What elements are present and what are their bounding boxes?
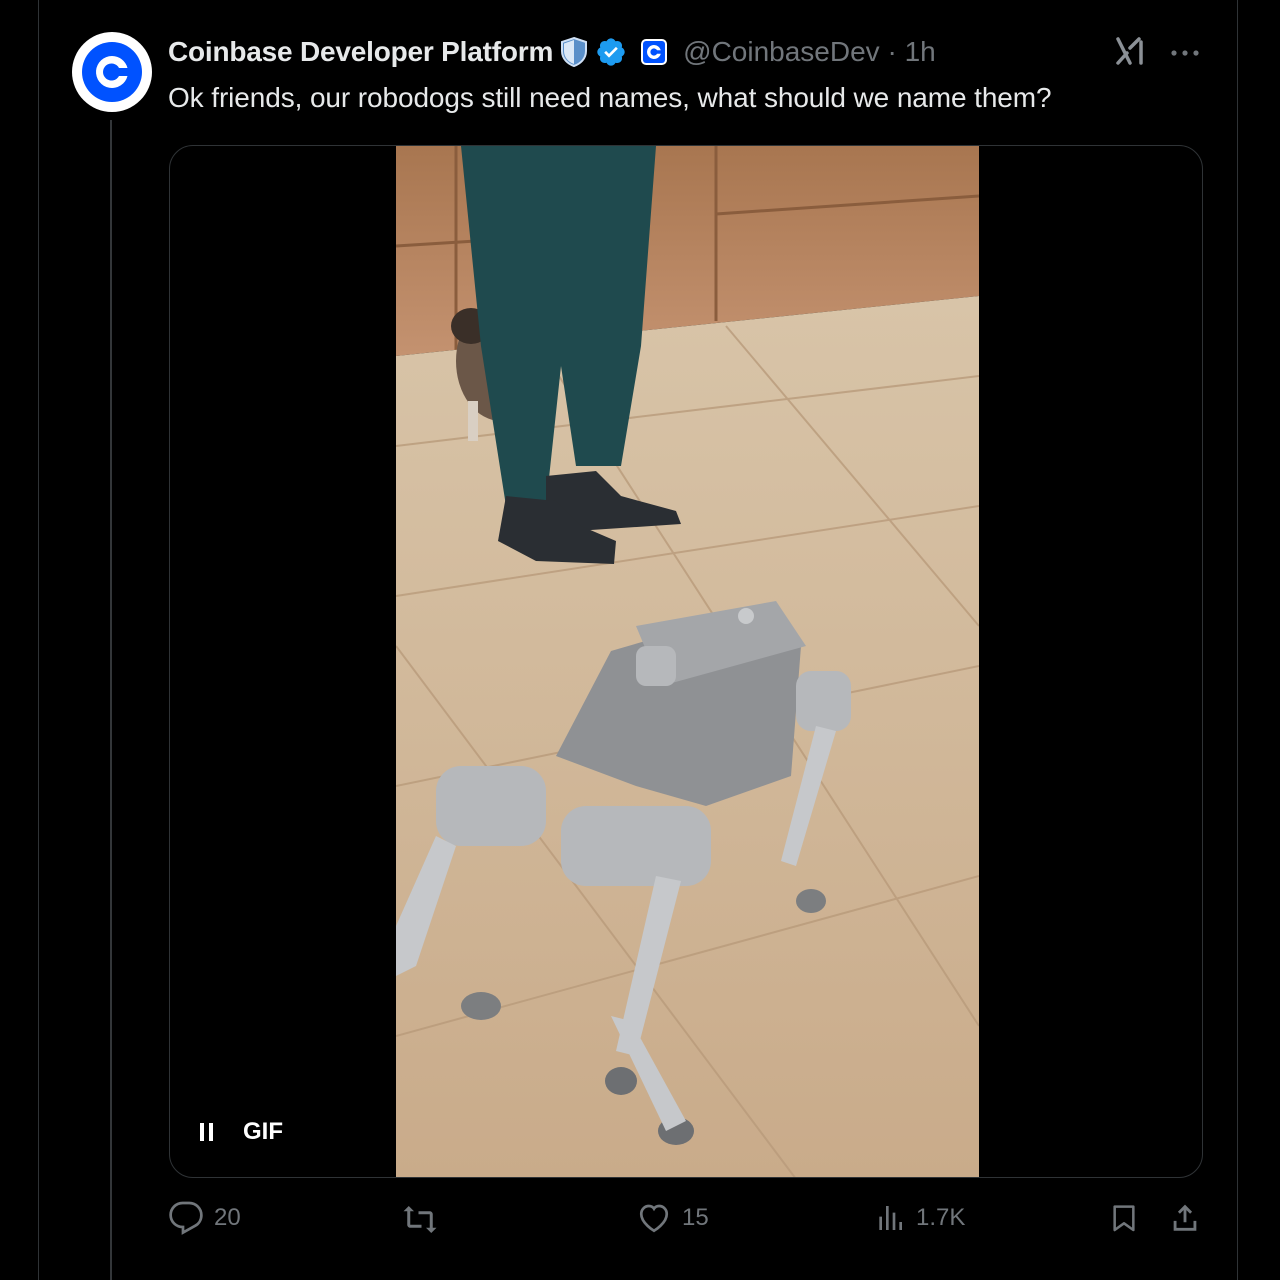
reply-icon	[169, 1201, 203, 1235]
media-gif[interactable]: GIF	[169, 145, 1203, 1178]
shield-badge-icon	[559, 36, 589, 68]
separator: ·	[887, 36, 897, 67]
like-button[interactable]: 15	[636, 1200, 709, 1236]
timestamp[interactable]: 1h	[905, 36, 936, 67]
robodog-video-frame	[396, 146, 979, 1177]
reply-button[interactable]: 20	[168, 1200, 241, 1236]
repost-icon	[403, 1206, 437, 1233]
like-count: 15	[682, 1204, 709, 1231]
bookmark-icon	[1113, 1205, 1135, 1232]
views-button[interactable]: 1.7K	[874, 1200, 965, 1236]
like-icon	[639, 1204, 669, 1233]
pause-icon[interactable]	[200, 1123, 213, 1141]
gif-label: GIF	[243, 1118, 283, 1145]
bookmark-button[interactable]	[1108, 1200, 1140, 1236]
more-icon[interactable]	[1168, 38, 1202, 73]
handle[interactable]: @CoinbaseDev	[683, 36, 880, 67]
share-button[interactable]	[1168, 1200, 1202, 1236]
tweet-header: Coinbase Developer Platform @CoinbaseDev…	[168, 30, 936, 74]
display-name[interactable]: Coinbase Developer Platform	[168, 36, 553, 68]
affiliate-coinbase-icon[interactable]	[641, 39, 668, 65]
reply-count: 20	[214, 1204, 241, 1231]
repost-button[interactable]	[400, 1200, 450, 1236]
coinbase-logo-icon	[82, 42, 142, 102]
avatar[interactable]	[72, 32, 152, 112]
tweet-text: Ok friends, our robodogs still need name…	[168, 82, 1052, 113]
views-count: 1.7K	[916, 1204, 966, 1231]
views-icon	[879, 1206, 902, 1230]
column-border-left	[38, 0, 39, 1280]
column-border-right	[1237, 0, 1238, 1280]
thread-line	[110, 120, 112, 1280]
verified-badge-icon[interactable]	[595, 36, 627, 68]
tweet-actions: 20 15 1.7K	[0, 1200, 1280, 1250]
share-icon	[1173, 1204, 1197, 1231]
grok-icon[interactable]	[1113, 34, 1147, 73]
gif-controls: GIF	[200, 1118, 283, 1146]
